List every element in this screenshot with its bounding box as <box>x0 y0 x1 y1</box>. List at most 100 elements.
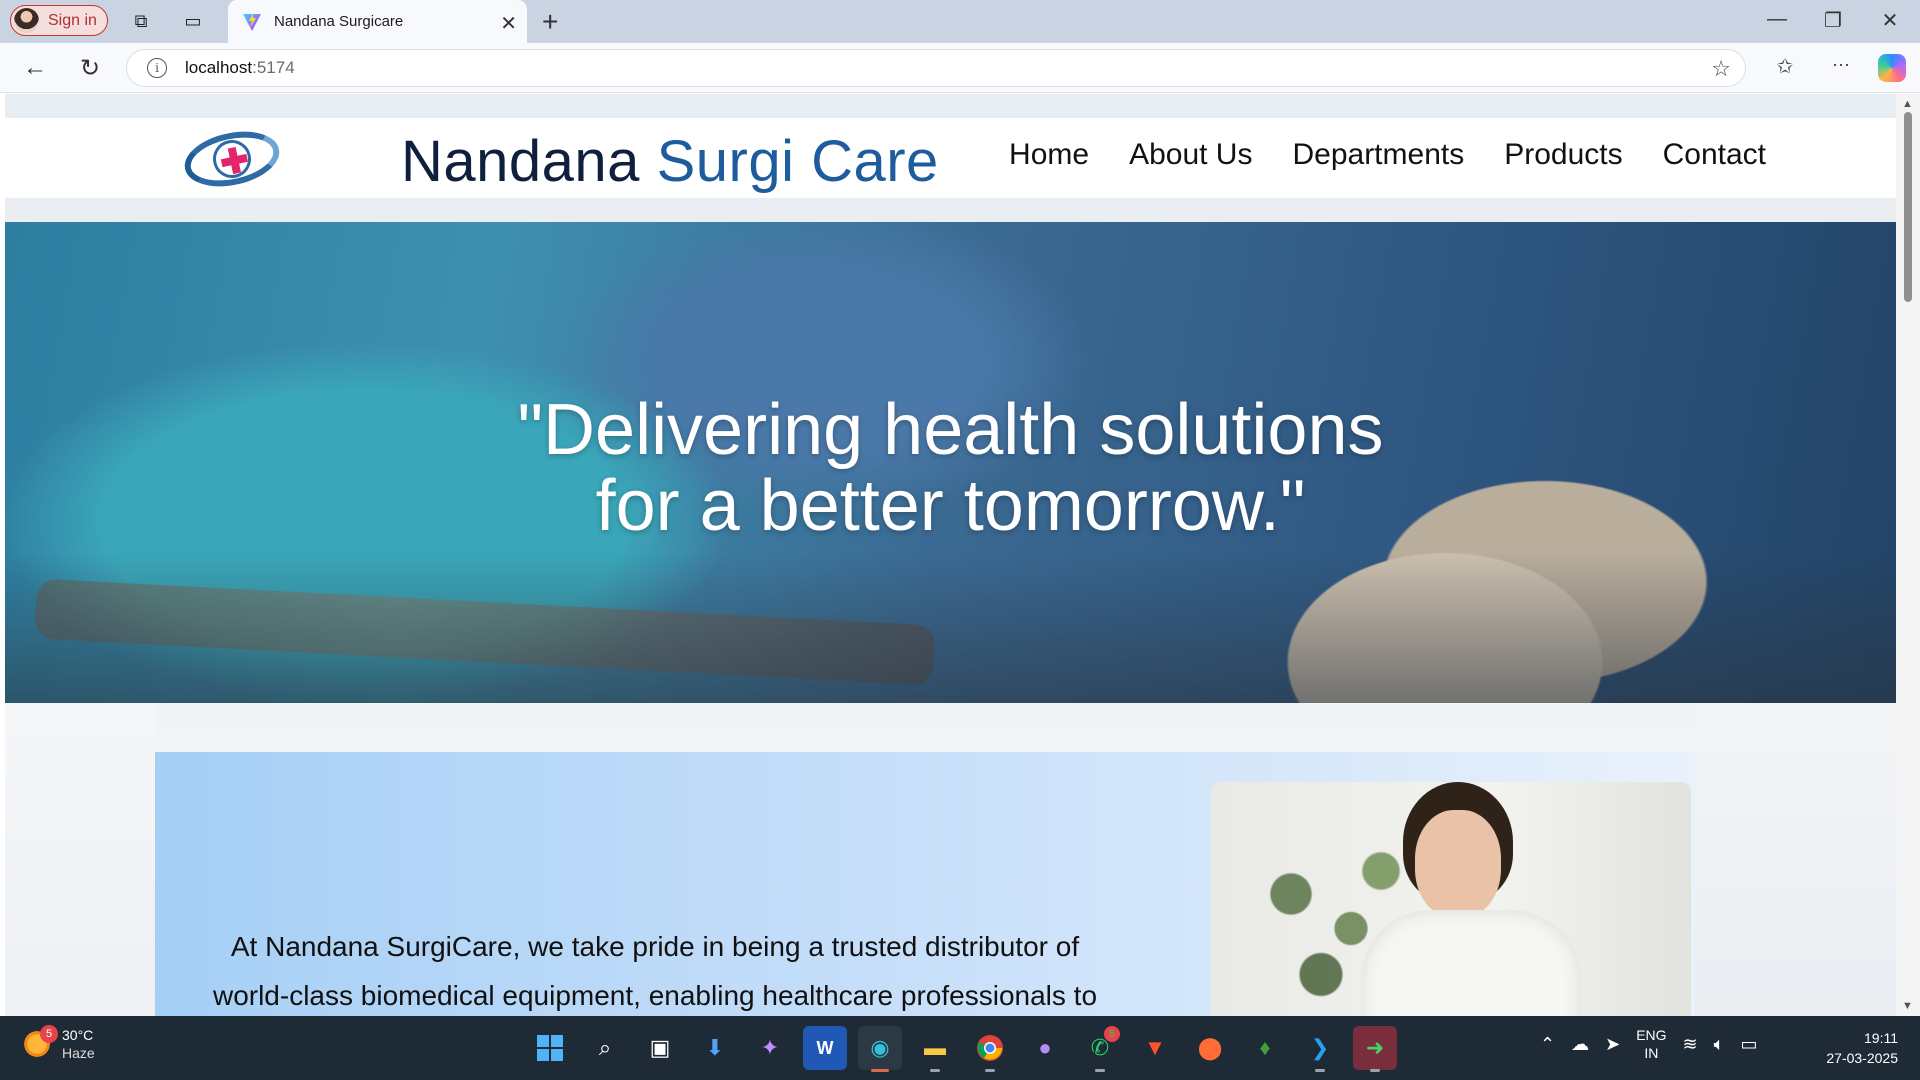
github-icon[interactable]: ● <box>1023 1026 1067 1070</box>
chevron-up-icon[interactable]: ⌃ <box>1540 1034 1555 1055</box>
whatsapp-icon[interactable]: ✆ 5 <box>1078 1026 1122 1072</box>
about-section: At Nandana SurgiCare, we take pride in b… <box>155 752 1695 1016</box>
sun-haze-icon: 5 <box>22 1025 58 1059</box>
lang-bottom: IN <box>1644 1045 1659 1061</box>
info-icon[interactable]: i <box>147 58 167 78</box>
location-icon[interactable]: ➤ <box>1605 1034 1620 1055</box>
volume-icon[interactable]: 🔈︎ <box>1714 1034 1725 1055</box>
profile-sign-in-button[interactable]: Sign in <box>10 5 108 36</box>
medical-cross-icon <box>209 136 255 182</box>
portrait-face <box>1415 810 1501 918</box>
background-right <box>1695 703 1896 1016</box>
scroll-down-icon[interactable]: ▼ <box>1902 1000 1913 1012</box>
chrome-icon[interactable] <box>968 1026 1012 1072</box>
hero-quote-line2: for a better tomorrow." <box>595 466 1306 546</box>
about-line1: At Nandana SurgiCare, we take pride in b… <box>230 931 1080 962</box>
vscode-running-indicator <box>1315 1069 1325 1072</box>
search-icon[interactable]: ⌕ <box>583 1026 627 1070</box>
logo-ring-icon <box>179 123 285 195</box>
more-icon[interactable]: ··· <box>1826 54 1856 75</box>
browser-toolbar: ← ↻ i localhost:5174 ☆ ✩ ··· <box>0 43 1920 93</box>
new-tab-button[interactable]: + <box>542 6 558 38</box>
favorites-icon[interactable]: ✩ <box>1770 54 1800 79</box>
scroll-up-icon[interactable]: ▲ <box>1902 98 1913 110</box>
minimize-icon[interactable]: — <box>1762 8 1792 31</box>
hero-shade <box>5 552 1896 703</box>
edge-icon[interactable]: ◉ <box>858 1026 902 1072</box>
system-tray: ⌃ ☁ ➤ ENG IN ≋ 🔈︎ ▭ <box>1540 1026 1757 1062</box>
copilot-icon[interactable] <box>1878 54 1906 82</box>
profile-label: Sign in <box>48 11 97 29</box>
exit-app-icon[interactable]: ➜ <box>1353 1026 1397 1072</box>
star-icon[interactable]: ☆ <box>1711 56 1731 82</box>
background-left <box>5 703 155 1016</box>
nav-products[interactable]: Products <box>1504 138 1622 172</box>
close-icon[interactable]: ✕ <box>500 11 517 36</box>
nav-departments[interactable]: Departments <box>1292 138 1464 172</box>
url-host: localhost <box>185 58 253 77</box>
whatsapp-badge: 5 <box>1104 1026 1120 1042</box>
vite-favicon-icon <box>243 12 261 31</box>
back-icon[interactable]: ← <box>20 54 50 82</box>
about-line2: world-class biomedical equipment, enabli… <box>212 980 1098 1011</box>
word-icon[interactable]: W <box>803 1026 847 1070</box>
clock[interactable]: 19:11 27-03-2025 <box>1826 1028 1898 1068</box>
battery-icon[interactable]: ▭ <box>1740 1034 1757 1055</box>
brave-icon[interactable]: ▼ <box>1133 1026 1177 1070</box>
portrait-coat <box>1361 910 1581 1016</box>
hero-quote-line1: "Delivering health solutions <box>517 390 1384 470</box>
page-viewport: Nandana Surgi Care Home About Us Departm… <box>5 94 1896 1016</box>
weather-widget[interactable]: 5 30°C Haze <box>22 1025 95 1062</box>
restore-icon[interactable]: ❐ <box>1818 8 1848 33</box>
browser-tab[interactable]: Nandana Surgicare ✕ <box>228 0 527 43</box>
browser-tab-bar: Sign in ⧉ ▭ Nandana Surgicare ✕ + — ❐ ✕ <box>0 0 1920 43</box>
start-icon[interactable] <box>528 1026 572 1070</box>
lang-top: ENG <box>1636 1027 1667 1043</box>
brand-title-part2: Surgi Care <box>656 129 939 194</box>
clock-date: 27-03-2025 <box>1826 1050 1898 1066</box>
file-explorer-icon[interactable]: ▬ <box>913 1026 957 1072</box>
weather-desc: Haze <box>62 1045 95 1061</box>
site-logo[interactable] <box>177 123 287 195</box>
brand-title-part1: Nandana <box>401 129 640 194</box>
wifi-icon[interactable]: ≋ <box>1683 1034 1698 1055</box>
copilot-app-icon[interactable]: ✦ <box>748 1026 792 1070</box>
whatsapp-running-indicator <box>1095 1069 1105 1072</box>
downloads-icon[interactable]: ⬇ <box>693 1026 737 1070</box>
exit-app-running-indicator <box>1370 1069 1380 1072</box>
taskbar-apps: ⌕ ▣ ⬇ ✦ W ◉ ▬ ● ✆ 5 ▼ ⬤ ♦ ❯ ➜ <box>528 1026 1397 1072</box>
tab-actions-icon[interactable]: ▭ <box>180 8 206 34</box>
language-indicator[interactable]: ENG IN <box>1636 1026 1666 1062</box>
weather-temp: 30°C <box>62 1027 94 1043</box>
address-bar[interactable]: i localhost:5174 ☆ <box>126 49 1746 87</box>
hero-quote: "Delivering health solutions for a bette… <box>5 392 1896 544</box>
site-header: Nandana Surgi Care Home About Us Departm… <box>5 117 1896 198</box>
nav-home[interactable]: Home <box>1009 138 1089 172</box>
taskbar: 5 30°C Haze ⌕ ▣ ⬇ ✦ W ◉ ▬ ● ✆ 5 ▼ ⬤ ♦ ❯ … <box>0 1016 1920 1080</box>
workspaces-icon[interactable]: ⧉ <box>128 8 154 34</box>
refresh-icon[interactable]: ↻ <box>75 54 105 83</box>
scroll-thumb[interactable] <box>1904 112 1912 302</box>
brand-title: Nandana Surgi Care <box>401 128 939 195</box>
close-window-icon[interactable]: ✕ <box>1875 8 1905 33</box>
cloud-icon[interactable]: ☁ <box>1571 1034 1589 1055</box>
explorer-running-indicator <box>930 1069 940 1072</box>
postman-icon[interactable]: ⬤ <box>1188 1026 1232 1070</box>
task-view-icon[interactable]: ▣ <box>638 1026 682 1070</box>
url-port: :5174 <box>252 58 295 77</box>
page-scrollbar[interactable]: ▲ ▼ <box>1896 94 1920 1016</box>
profile-avatar <box>14 8 39 33</box>
hero-banner: "Delivering health solutions for a bette… <box>5 222 1896 703</box>
chrome-running-indicator <box>985 1069 995 1072</box>
edge-active-indicator <box>871 1069 889 1072</box>
mongodb-icon[interactable]: ♦ <box>1243 1026 1287 1070</box>
main-nav: Home About Us Departments Products Conta… <box>1009 138 1766 172</box>
weather-badge: 5 <box>40 1025 58 1043</box>
tab-title: Nandana Surgicare <box>274 13 404 30</box>
vscode-icon[interactable]: ❯ <box>1298 1026 1342 1072</box>
nav-about-us[interactable]: About Us <box>1129 138 1252 172</box>
about-text: At Nandana SurgiCare, we take pride in b… <box>195 922 1115 1016</box>
clock-time: 19:11 <box>1864 1030 1898 1046</box>
doctor-portrait-image <box>1211 782 1691 1016</box>
nav-contact[interactable]: Contact <box>1663 138 1766 172</box>
